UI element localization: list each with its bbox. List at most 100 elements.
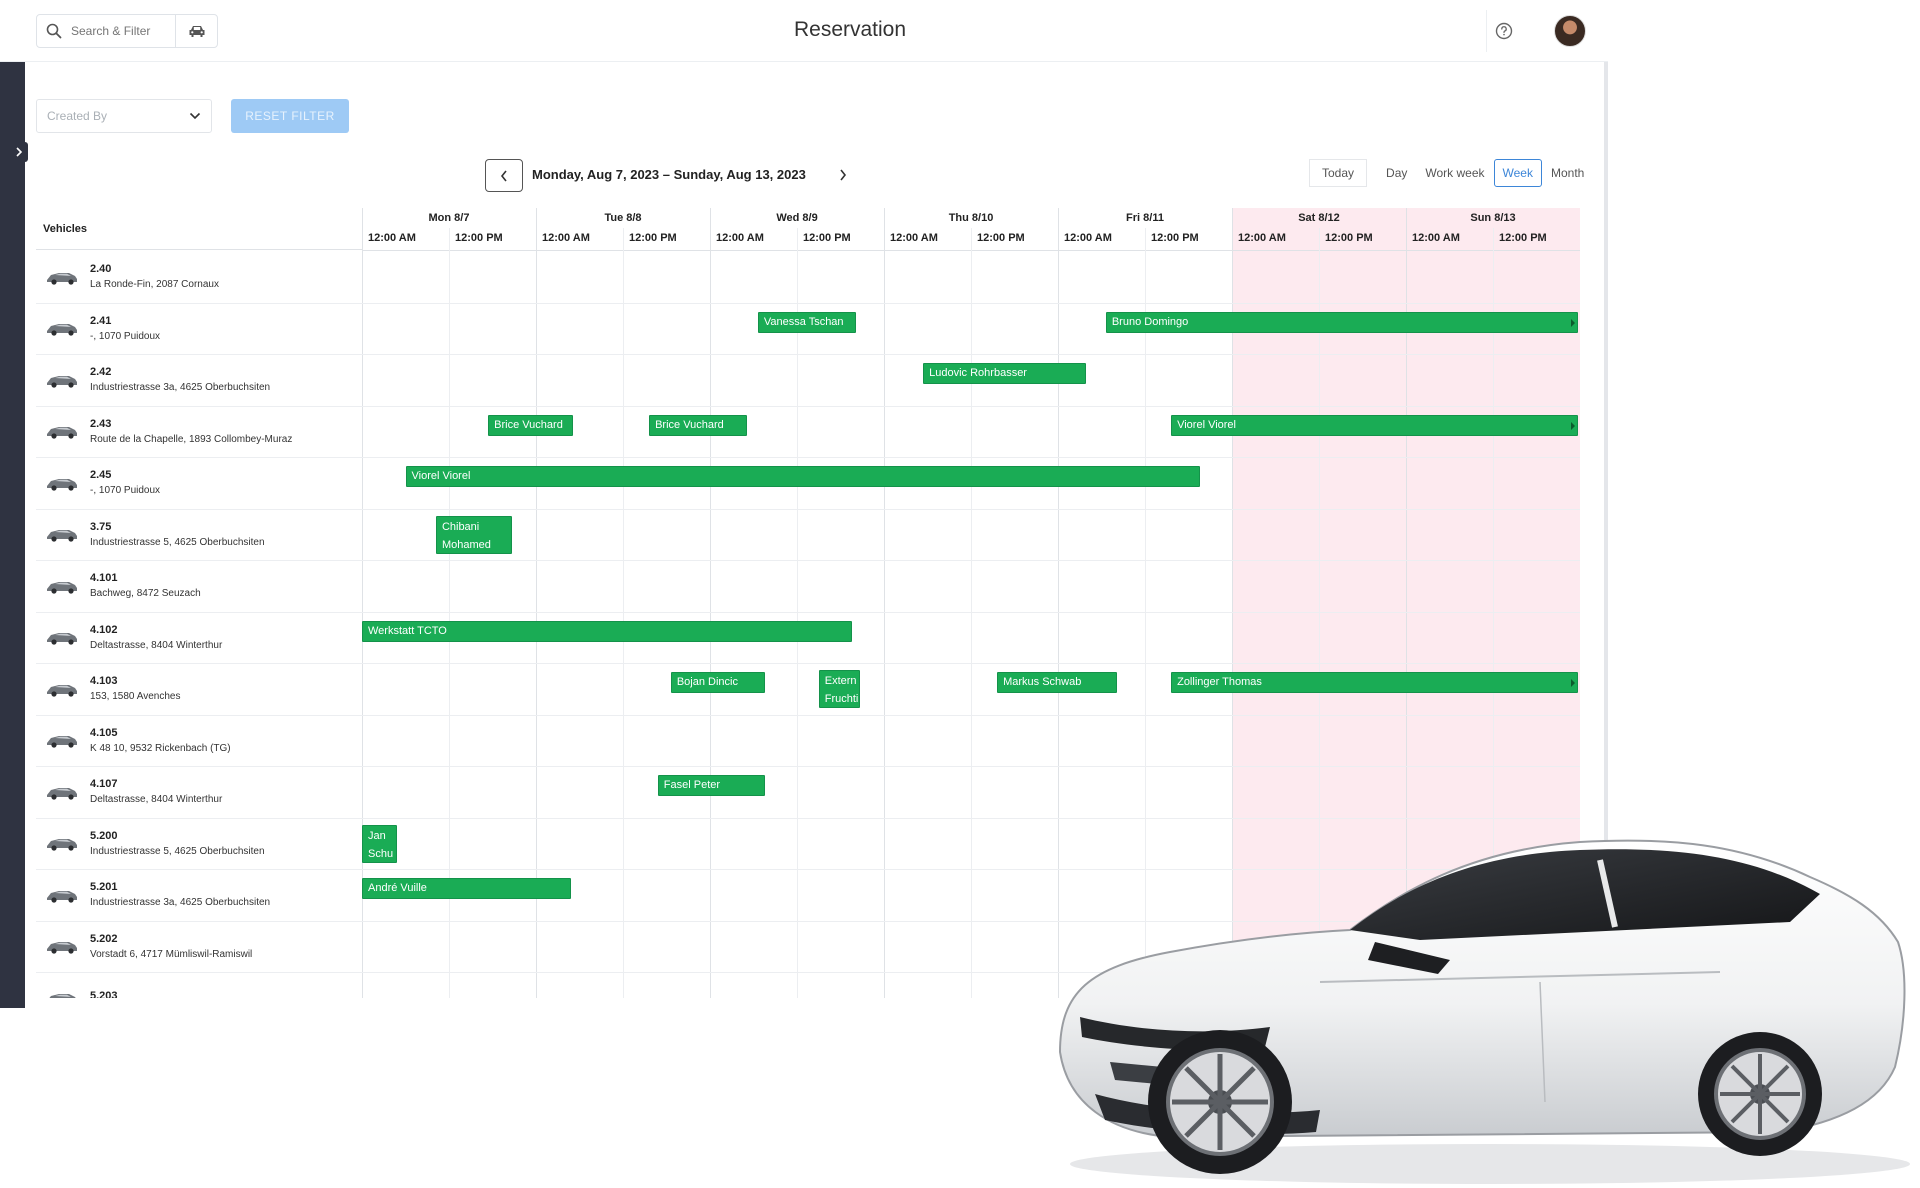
avatar[interactable] [1554, 15, 1586, 47]
grid-column-line [797, 228, 798, 998]
vehicle-name: 4.102 [90, 623, 118, 636]
vehicle-icon [47, 478, 77, 491]
vehicle-info: 5.202 Vorstadt 6, 4717 Mümliswil-Ramiswil [90, 933, 252, 960]
created-by-placeholder: Created By [47, 109, 108, 123]
vehicle-row[interactable]: 5.200 Industriestrasse 5, 4625 Oberbuchsi… [36, 818, 362, 869]
vehicle-row[interactable]: 3.75 Industriestrasse 5, 4625 Oberbuchsit… [36, 509, 362, 560]
vehicle-name: 2.40 [90, 263, 112, 275]
grid-column-line [623, 228, 624, 998]
vehicle-row[interactable]: 4.103 153, 1580 Avenches [36, 663, 362, 714]
vehicle-row[interactable]: 2.40 La Ronde-Fin, 2087 Cornaux [36, 251, 362, 302]
vehicle-address: Industriestrasse 5, 4625 Oberbuchsiten [90, 536, 265, 548]
vehicle-info: 2.42 Industriestrasse 3a, 4625 Oberbuchsi… [90, 366, 270, 393]
vehicle-icon [49, 993, 76, 998]
time-slot-header: 12:00 PM [1151, 232, 1199, 244]
reservation-label: Zollinger Thomas [1177, 676, 1262, 688]
time-slot-header: 12:00 PM [977, 232, 1025, 244]
view-day-button[interactable]: Day [1377, 159, 1417, 187]
reservation-event[interactable]: André Vuille [362, 878, 571, 899]
day-header: Sat 8/12 [1298, 212, 1340, 224]
reservation-event[interactable]: Ludovic Rohrbasser [923, 363, 1087, 384]
time-slot-header: 12:00 AM [368, 232, 416, 244]
reservation-event[interactable]: Brice Vuchard [649, 414, 748, 436]
vehicle-row[interactable]: 4.107 Deltastrasse, 8404 Winterthur [36, 766, 362, 817]
vehicle-row[interactable]: 2.43 Route de la Chapelle, 1893 Collombey… [36, 406, 362, 457]
vehicle-row[interactable]: 4.101 Bachweg, 8472 Seuzach [36, 560, 362, 611]
topbar-divider [1486, 10, 1487, 52]
view-today-button[interactable]: Today [1309, 159, 1368, 187]
vehicle-name: 4.105 [90, 726, 118, 739]
vehicle-address: Industriestrasse 3a, 4625 Oberbuchsiten [90, 382, 271, 393]
vehicle-info: 2.40 La Ronde-Fin, 2087 Cornaux [90, 263, 219, 290]
reset-filter-button[interactable]: RESET FILTER [231, 99, 349, 133]
vehicles-column-header: Vehicles [36, 208, 362, 250]
day-header: Fri 8/11 [1126, 212, 1164, 224]
vehicle-row[interactable]: 5.203 [36, 972, 362, 998]
vehicle-address: Bachweg, 8472 Seuzach [90, 588, 201, 599]
vehicle-address: Vorstadt 6, 4717 Mümliswil-Ramiswil [90, 948, 253, 960]
reservation-event[interactable]: Zollinger Thomas [1171, 672, 1578, 693]
next-week-button[interactable] [833, 164, 853, 186]
reservation-event[interactable]: Chibani Mohamed [435, 515, 513, 554]
vehicle-address: Industriestrasse 3a, 4625 Oberbuchsiten [90, 897, 271, 908]
reservation-event[interactable]: Vanessa Tschan [757, 311, 856, 333]
vehicle-name: 4.107 [90, 778, 118, 790]
day-header: Mon 8/7 [428, 212, 470, 224]
reservation-event[interactable]: Markus Schwab [997, 672, 1117, 693]
help-circle-icon[interactable] [1494, 21, 1514, 41]
vehicle-address: 153, 1580 Avenches [90, 691, 181, 702]
reservation-event[interactable]: Viorel Viorel [405, 466, 1200, 487]
vehicle-icon [47, 427, 77, 439]
reservation-event[interactable]: Extern Fruchti [818, 670, 861, 708]
chevron-right-icon[interactable] [10, 142, 28, 162]
reservation-event[interactable]: Bojan Dincic [670, 672, 765, 693]
vehicle-row[interactable]: 2.41 -, 1070 Puidoux [36, 303, 362, 354]
vehicle-row[interactable]: 4.102 Deltastrasse, 8404 Winterthur [36, 612, 362, 663]
vehicle-info: 5.201 Industriestrasse 3a, 4625 Oberbuchs… [90, 881, 270, 908]
created-by-select[interactable]: Created By [36, 99, 212, 133]
vehicle-name: 2.43 [90, 417, 112, 430]
vehicle-icon [47, 736, 77, 748]
vehicle-address: Industriestrasse 5, 4625 Oberbuchsiten [90, 845, 265, 857]
view-work-week-button[interactable]: Work week [1416, 159, 1494, 187]
vehicle-row[interactable]: 5.201 Industriestrasse 3a, 4625 Oberbuchs… [36, 869, 362, 920]
vehicle-info: 5.200 Industriestrasse 5, 4625 Oberbuchsi… [90, 830, 265, 857]
vehicle-row[interactable]: 2.45 -, 1070 Puidoux [36, 457, 362, 508]
vehicle-name: 2.45 [90, 469, 112, 481]
vehicle-name: 2.42 [90, 366, 112, 378]
vehicle-address: Deltastrasse, 8404 Winterthur [90, 794, 223, 805]
vehicle-row[interactable]: 5.202 Vorstadt 6, 4717 Mümliswil-Ramiswil [36, 921, 362, 972]
reservation-label: Markus Schwab [1003, 676, 1082, 688]
reservation-event[interactable]: Brice Vuchard [488, 414, 574, 436]
view-switcher: Today Day Work week Week Month [1309, 159, 1594, 187]
reservation-event[interactable]: Fasel Peter [657, 775, 765, 796]
continues-icon [1570, 421, 1575, 430]
day-header: Wed 8/9 [776, 212, 818, 224]
time-slot-header: 12:00 PM [455, 232, 503, 244]
view-week-button[interactable]: Week [1493, 159, 1542, 187]
side-rail [0, 62, 25, 1008]
vehicle-info: 5.203 [90, 990, 118, 999]
reservation-label: Brice Vuchard [494, 418, 563, 431]
vehicle-name: 5.202 [90, 932, 118, 945]
reservation-event[interactable]: Werkstatt TCTO [362, 620, 852, 642]
view-month-button[interactable]: Month [1541, 159, 1594, 187]
prev-week-button[interactable] [485, 159, 523, 192]
reservation-event[interactable]: Bruno Domingo [1105, 311, 1578, 333]
chevron-down-icon [189, 112, 201, 120]
vehicle-info: 4.107 Deltastrasse, 8404 Winterthur [90, 778, 222, 805]
vehicle-name: 5.200 [90, 829, 118, 842]
vehicle-info: 2.43 Route de la Chapelle, 1893 Collombey… [90, 418, 292, 445]
time-slot-header: 12:00 PM [629, 232, 677, 244]
vehicle-name: 3.75 [90, 520, 112, 533]
vehicle-icon [47, 787, 77, 800]
grid-column-line [884, 208, 885, 998]
vehicle-icon [47, 890, 77, 903]
vehicle-row[interactable]: 4.105 K 48 10, 9532 Rickenbach (TG) [36, 715, 362, 766]
reservation-event[interactable]: Viorel Viorel [1171, 414, 1578, 436]
reservation-event[interactable]: Jan Schu [362, 824, 397, 863]
reservation-label: Viorel Viorel [411, 470, 471, 482]
vehicle-row[interactable]: 2.42 Industriestrasse 3a, 4625 Oberbuchsi… [36, 354, 362, 405]
reservation-label: Extern Fruchti [824, 675, 859, 705]
day-header: Tue 8/8 [604, 212, 642, 224]
